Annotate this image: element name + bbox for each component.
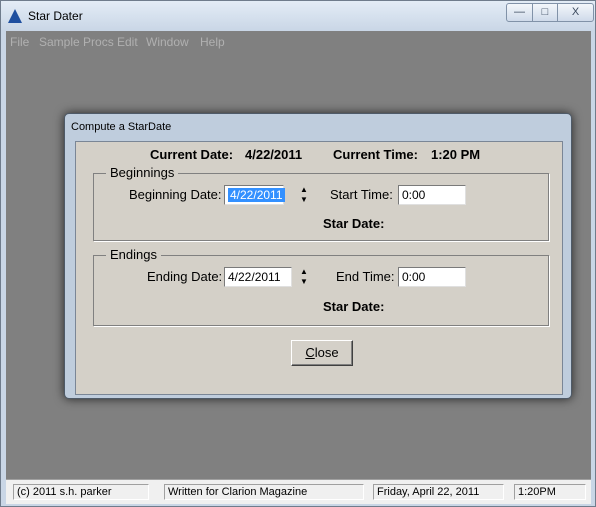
endings-group-label: Endings <box>106 247 161 262</box>
close-button-label: Close <box>305 345 339 360</box>
ending-date-label: Ending Date: <box>147 269 223 284</box>
maximize-button[interactable]: □ <box>532 3 558 22</box>
minimize-button[interactable]: — <box>506 3 533 22</box>
menu-sample-procs[interactable]: Sample Procs <box>39 35 114 49</box>
menu-help[interactable]: Help <box>200 35 225 49</box>
beginning-stardate-label: Star Date: <box>323 216 385 231</box>
beginning-date-label: Beginning Date: <box>129 187 222 202</box>
window-title: Star Dater <box>28 9 83 23</box>
app-logo-icon <box>8 9 22 23</box>
spin-up-icon[interactable]: ▲ <box>298 185 310 195</box>
start-time-field[interactable]: 0:00 <box>398 185 466 205</box>
status-written-for: Written for Clarion Magazine <box>164 484 364 500</box>
dialog-title: Compute a StarDate <box>71 121 172 133</box>
app-window: Star Dater — □ X File Sample Procs Edit … <box>0 0 596 507</box>
menu-window[interactable]: Window <box>146 35 189 49</box>
beginning-date-value: 4/22/2011 <box>228 188 285 202</box>
current-date-value: 4/22/2011 <box>245 147 303 162</box>
start-time-label: Start Time: <box>330 187 393 202</box>
ending-stardate-label: Star Date: <box>323 299 385 314</box>
spin-down-icon[interactable]: ▼ <box>298 277 310 287</box>
status-date: Friday, April 22, 2011 <box>373 484 504 500</box>
status-time: 1:20PM <box>514 484 586 500</box>
beginning-date-field[interactable]: 4/22/2011 <box>224 185 285 205</box>
status-copyright: (c) 2011 s.h. parker <box>13 484 149 500</box>
current-date-label: Current Date: <box>150 147 234 162</box>
current-time-label: Current Time: <box>333 147 418 162</box>
status-bar: (c) 2011 s.h. parker Written for Clarion… <box>6 479 591 504</box>
beginnings-group-label: Beginnings <box>106 165 179 180</box>
current-time-value: 1:20 PM <box>431 147 481 162</box>
compute-stardate-dialog: Compute a StarDate Current Date: 4/22/20… <box>64 113 572 399</box>
ending-date-spinner[interactable]: ▲ ▼ <box>298 267 310 287</box>
spin-up-icon[interactable]: ▲ <box>298 267 310 277</box>
spin-down-icon[interactable]: ▼ <box>298 195 310 205</box>
end-time-field[interactable]: 0:00 <box>398 267 466 287</box>
dialog-body: Current Date: 4/22/2011 Current Time: 1:… <box>75 141 563 395</box>
menu-bar: File Sample Procs Edit Window Help <box>6 31 591 53</box>
end-time-label: End Time: <box>336 269 395 284</box>
ending-date-field[interactable]: 4/22/2011 <box>224 267 292 287</box>
menu-edit[interactable]: Edit <box>117 35 138 49</box>
beginning-date-spinner[interactable]: ▲ ▼ <box>298 185 310 205</box>
menu-file[interactable]: File <box>10 35 29 49</box>
close-button[interactable]: Close <box>291 340 353 366</box>
close-window-button[interactable]: X <box>557 3 594 22</box>
endings-group: Endings Ending Date: 4/22/2011 ▲ ▼ End Ti… <box>93 247 549 326</box>
beginnings-group: Beginnings Beginning Date: 4/22/2011 ▲ ▼ … <box>93 165 549 241</box>
title-bar[interactable]: Star Dater — □ X <box>1 1 595 31</box>
